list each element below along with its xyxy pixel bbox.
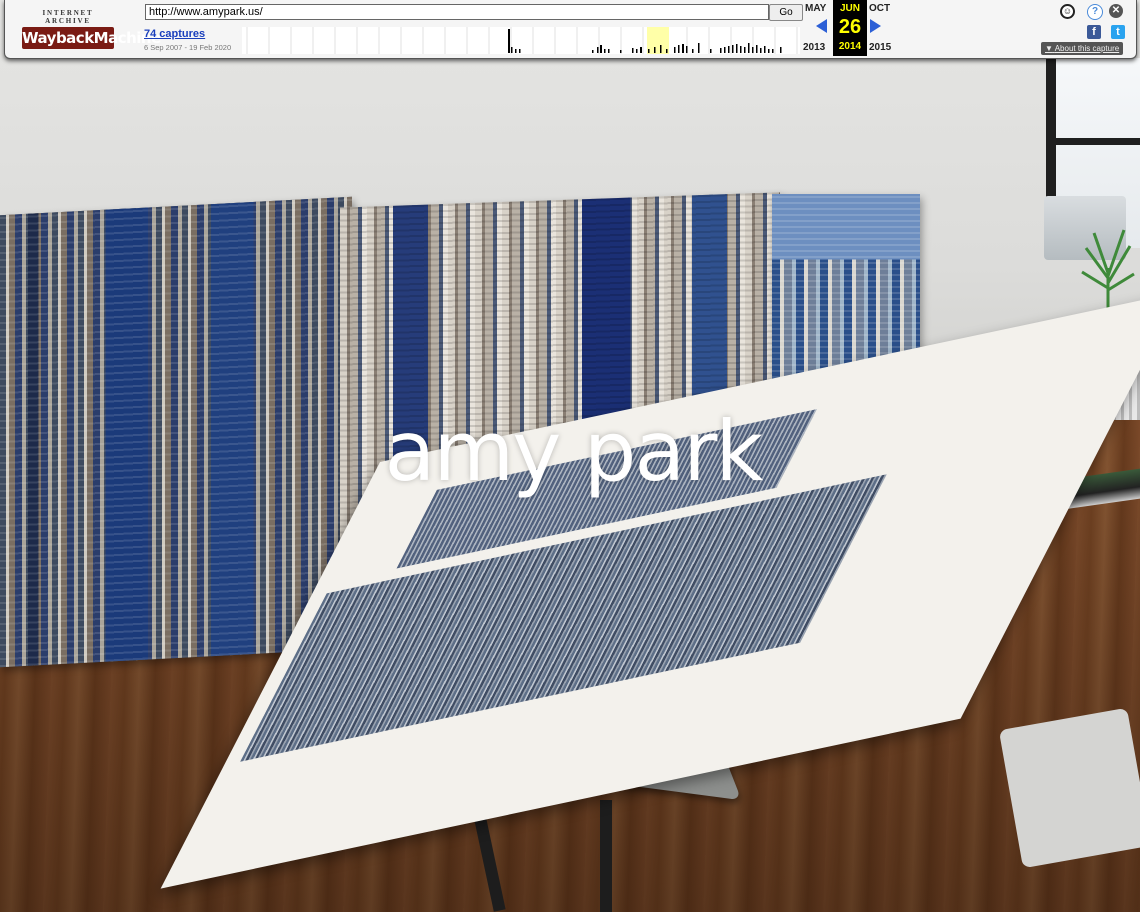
- folding-table-leg: [600, 800, 612, 912]
- cityscape-painting-left: [0, 196, 352, 668]
- current-day-label: 26: [838, 16, 862, 38]
- current-month-label: JUN: [839, 3, 860, 14]
- right-arrow-icon[interactable]: [870, 19, 881, 33]
- current-year-label: 2014: [838, 41, 862, 52]
- site-title: amy park: [384, 403, 764, 500]
- facebook-icon[interactable]: f: [1087, 25, 1101, 39]
- close-icon[interactable]: ✕: [1109, 4, 1123, 18]
- next-month-label[interactable]: OCT: [869, 3, 890, 14]
- help-icon[interactable]: ?: [1087, 4, 1103, 20]
- logo-top-text: INTERNET ARCHIVE: [42, 9, 94, 25]
- logo-main-text: WaybackMachine: [22, 27, 161, 49]
- url-input[interactable]: http://www.amypark.us/: [145, 4, 769, 20]
- wayback-logo[interactable]: INTERNET ARCHIVE WaybackMachine: [19, 6, 161, 49]
- about-capture-label: About this capture: [1054, 44, 1120, 53]
- wayback-toolbar: INTERNET ARCHIVE WaybackMachine http://w…: [4, 0, 1137, 59]
- current-capture-date: JUN 26 2014: [833, 0, 867, 56]
- left-arrow-icon[interactable]: [816, 19, 827, 33]
- twitter-icon[interactable]: t: [1111, 25, 1125, 39]
- about-capture-button[interactable]: ▼ About this capture: [1041, 42, 1124, 55]
- next-year-label[interactable]: 2015: [869, 42, 891, 53]
- chevron-down-icon: ▼: [1045, 44, 1053, 53]
- user-icon[interactable]: ☺: [1060, 4, 1075, 19]
- go-button[interactable]: Go: [769, 4, 803, 21]
- capture-sparkline[interactable]: [242, 27, 800, 54]
- captures-link[interactable]: 74 captures: [144, 28, 205, 40]
- chair: [998, 707, 1140, 869]
- prev-year-label[interactable]: 2013: [803, 42, 825, 53]
- capture-date-range: 6 Sep 2007 - 19 Feb 2020: [144, 43, 232, 52]
- prev-month-label[interactable]: MAY: [805, 3, 826, 14]
